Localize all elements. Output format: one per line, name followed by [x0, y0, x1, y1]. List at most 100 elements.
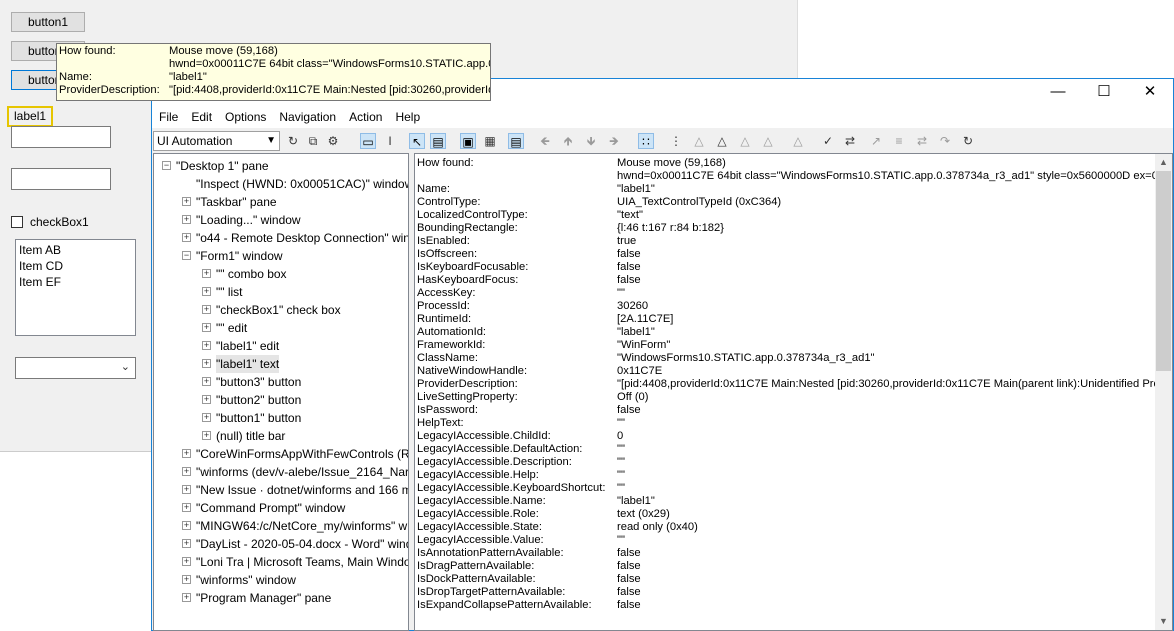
copy-icon[interactable]: ⧉ — [305, 133, 321, 149]
expand-icon[interactable]: + — [182, 233, 191, 242]
tree-item[interactable]: + "Command Prompt" window — [154, 499, 408, 517]
back-arrow-icon[interactable]: 🡸 — [537, 133, 553, 149]
tree-item[interactable]: − "Desktop 1" pane — [154, 157, 408, 175]
caret-icon[interactable]: I — [382, 133, 398, 149]
show-info-icon[interactable]: ▤ — [508, 133, 524, 149]
list-item[interactable]: Item CD — [19, 258, 132, 274]
pointer-icon[interactable]: ↖ — [409, 133, 425, 149]
last-child-icon[interactable]: △ — [760, 133, 776, 149]
menu-navigation[interactable]: Navigation — [272, 106, 342, 124]
prev-sibling-icon[interactable]: △ — [737, 133, 753, 149]
scroll-down-icon[interactable]: ▼ — [1155, 613, 1172, 630]
tree-item[interactable]: + "MINGW64:/c/NetCore_my/winforms" window — [154, 517, 408, 535]
expand-icon[interactable]: + — [182, 521, 191, 530]
refresh-icon[interactable]: ↻ — [285, 133, 301, 149]
scroll-up-icon[interactable]: ▲ — [1155, 154, 1172, 171]
menu-file[interactable]: File — [152, 106, 184, 124]
close-icon[interactable]: ✕ — [1127, 79, 1173, 106]
tree-item[interactable]: + "" list — [154, 283, 408, 301]
element-tree[interactable]: − "Desktop 1" pane "Inspect (HWND: 0x00051… — [153, 153, 409, 631]
tree-item[interactable]: "Inspect (HWND: 0x00051CAC)" window — [154, 175, 408, 193]
expand-icon[interactable]: + — [202, 413, 211, 422]
mode-select[interactable]: UI Automation ▼ — [153, 131, 280, 151]
rectangle-icon[interactable]: ▭ — [360, 133, 376, 149]
menu-action[interactable]: Action — [342, 106, 388, 124]
expand-icon[interactable]: + — [182, 449, 191, 458]
next-sibling-icon[interactable]: △ — [714, 133, 730, 149]
down-arrow-icon[interactable]: 🡻 — [583, 133, 599, 149]
hover-icon[interactable]: ▤ — [430, 133, 446, 149]
expand-icon[interactable]: + — [182, 503, 191, 512]
expand-icon[interactable]: + — [182, 197, 191, 206]
expand-icon[interactable]: + — [202, 269, 211, 278]
tree-item[interactable]: + "" edit — [154, 319, 408, 337]
expand-icon[interactable]: + — [182, 539, 191, 548]
tree-item[interactable]: + "checkBox1" check box — [154, 301, 408, 319]
parent-icon[interactable]: ⋮ — [668, 133, 684, 149]
list-item[interactable]: Item AB — [19, 242, 132, 258]
tree-item[interactable]: + "" combo box — [154, 265, 408, 283]
tree-item[interactable]: + "New Issue · dotnet/winforms and 166 mo… — [154, 481, 408, 499]
scroll-thumb[interactable] — [1156, 171, 1171, 371]
expand-icon[interactable]: + — [182, 467, 191, 476]
tree-item[interactable]: + "button3" button — [154, 373, 408, 391]
expand-icon[interactable]: ⇄ — [842, 133, 858, 149]
expand-icon[interactable]: + — [202, 341, 211, 350]
vertical-scrollbar[interactable]: ▲ ▼ — [1155, 154, 1172, 630]
expand-icon[interactable]: + — [202, 431, 211, 440]
collapse-icon[interactable]: − — [162, 161, 171, 170]
expand-icon[interactable]: + — [202, 287, 211, 296]
listbox[interactable]: Item AB Item CD Item EF — [15, 239, 136, 336]
menu-help[interactable]: Help — [388, 106, 426, 124]
move-icon[interactable]: ⇄ — [914, 133, 930, 149]
watch-icon[interactable]: ↻ — [960, 133, 976, 149]
expand-icon[interactable]: + — [182, 575, 191, 584]
first-child-icon[interactable]: △ — [691, 133, 707, 149]
tree-item[interactable]: + "button1" button — [154, 409, 408, 427]
tree-item[interactable]: + "o44 - Remote Desktop Connection" windo… — [154, 229, 408, 247]
list-icon[interactable]: ≡ — [891, 133, 907, 149]
tree-item[interactable]: + "CoreWinFormsAppWithFewControls (Runnin… — [154, 445, 408, 463]
up-arrow-icon[interactable]: 🡹 — [560, 133, 576, 149]
expand-icon[interactable]: + — [202, 305, 211, 314]
forward-arrow-icon[interactable]: 🡺 — [606, 133, 622, 149]
tree-item[interactable]: + "winforms (dev/v-alebe/Issue_2164_Nar..… — [154, 463, 408, 481]
expand-icon[interactable]: + — [202, 395, 211, 404]
properties-pane[interactable]: How found: Mouse move (59,168) hwnd=0x0001… — [414, 153, 1173, 631]
minimize-icon[interactable]: — — [1035, 79, 1081, 106]
tree-item[interactable]: + "button2" button — [154, 391, 408, 409]
descendants-icon[interactable]: △ — [790, 133, 806, 149]
tree-item[interactable]: + "Program Manager" pane — [154, 589, 408, 607]
tree-item[interactable]: + "Loni Tra | Microsoft Teams, Main Windo… — [154, 553, 408, 571]
edit-field-2[interactable] — [11, 168, 111, 190]
tree-item[interactable]: + "DayList - 2020-05-04.docx - Word" wind… — [154, 535, 408, 553]
settings-icon[interactable]: ⚙ — [325, 133, 341, 149]
tree-item[interactable]: + "label1" edit — [154, 337, 408, 355]
expand-icon[interactable]: + — [182, 557, 191, 566]
tree-item[interactable]: + (null) title bar — [154, 427, 408, 445]
menu-edit[interactable]: Edit — [184, 106, 218, 124]
tree-item[interactable]: + "Taskbar" pane — [154, 193, 408, 211]
tree-item[interactable]: + "Loading..." window — [154, 211, 408, 229]
checkbox1[interactable] — [11, 216, 23, 228]
focus-icon[interactable]: ▣ — [460, 133, 476, 149]
edit-field-1[interactable] — [11, 126, 111, 148]
menu-options[interactable]: Options — [218, 106, 272, 124]
expand-icon[interactable]: + — [182, 485, 191, 494]
redirect-icon[interactable]: ↷ — [937, 133, 953, 149]
expand-icon[interactable]: + — [202, 323, 211, 332]
tree-item[interactable]: + "winforms" window — [154, 571, 408, 589]
expand-icon[interactable]: + — [202, 359, 211, 368]
button1[interactable]: button1 — [11, 12, 85, 32]
expand-icon[interactable]: + — [182, 215, 191, 224]
list-item[interactable]: Item EF — [19, 274, 132, 290]
expand-icon[interactable]: + — [182, 593, 191, 602]
tree-item[interactable]: + "label1" text — [154, 355, 408, 373]
tooltip-icon[interactable]: ▦ — [482, 133, 498, 149]
invoke-icon[interactable]: ↗ — [868, 133, 884, 149]
maximize-icon[interactable]: ☐ — [1081, 79, 1127, 106]
expand-icon[interactable]: + — [202, 377, 211, 386]
highlight-icon[interactable]: ✓ — [820, 133, 836, 149]
collapse-icon[interactable]: − — [182, 251, 191, 260]
tree-item[interactable]: − "Form1" window — [154, 247, 408, 265]
